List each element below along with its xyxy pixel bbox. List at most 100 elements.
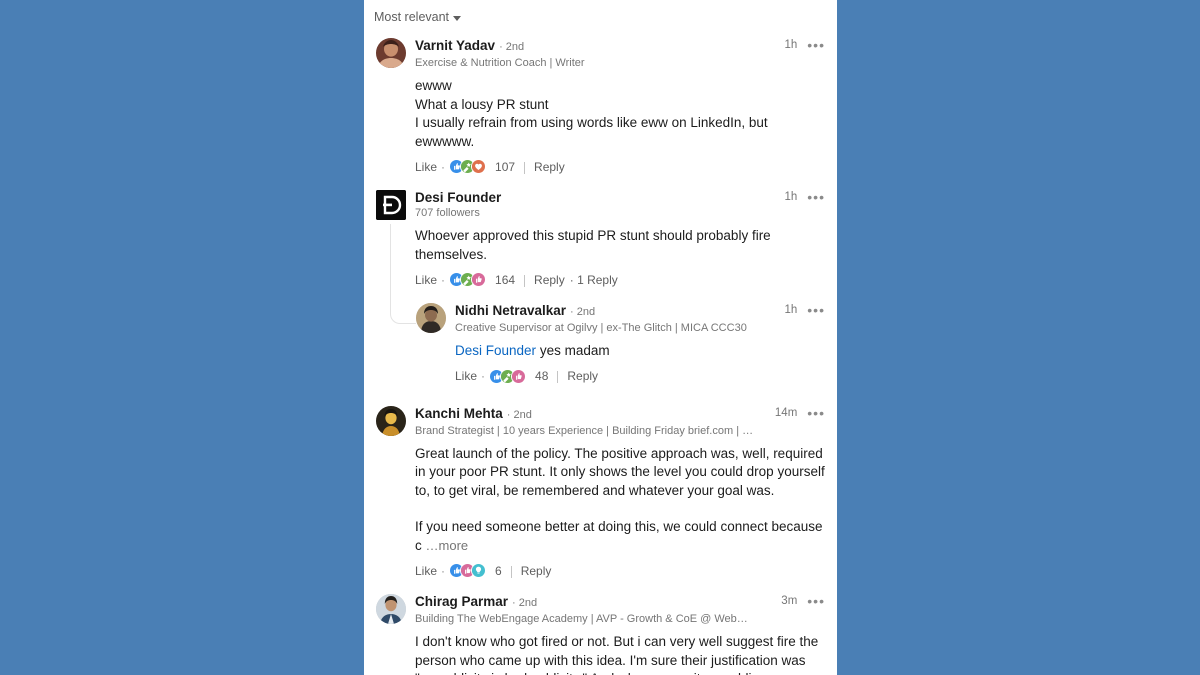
comment-line: If you need someone better at doing this… (415, 519, 823, 553)
reply-button[interactable]: Reply (567, 369, 598, 383)
paragraph-break (415, 500, 825, 518)
author-name-line: Nidhi Netravalkar · 2nd (455, 303, 825, 320)
comment-meta: 3m ••• (781, 594, 825, 608)
connection-degree: · 2nd (570, 306, 596, 318)
like-button[interactable]: Like (415, 564, 437, 578)
reaction-count[interactable]: 164 (495, 273, 515, 287)
connection-degree: · 2nd (512, 597, 538, 609)
avatar[interactable] (376, 38, 406, 68)
avatar[interactable] (376, 594, 406, 624)
action-divider (510, 565, 512, 578)
insightful-reaction-icon (471, 563, 487, 578)
comment-options-icon[interactable]: ••• (807, 303, 825, 317)
author-headline: Exercise & Nutrition Coach | Writer (415, 57, 585, 69)
comment-text: Whoever approved this stupid PR stunt sh… (415, 227, 825, 264)
comment-meta: 14m ••• (774, 406, 825, 420)
comment-text: I don't know who got fired or not. But i… (415, 633, 825, 675)
comment-header: Nidhi Netravalkar · 2nd Creative Superviso… (416, 303, 825, 335)
author-block: Chirag Parmar · 2nd Building The WebEngage… (415, 594, 825, 626)
reply-button[interactable]: Reply (534, 160, 565, 174)
reaction-icons[interactable] (449, 272, 487, 287)
author-name-line: Varnit Yadav · 2nd (415, 38, 825, 55)
see-more-link[interactable]: …more (426, 538, 469, 553)
author-block: Desi Founder 707 followers (415, 190, 825, 220)
like-button[interactable]: Like (415, 160, 437, 174)
author-headline: Creative Supervisor at Ogilvy | ex-The G… (455, 322, 747, 334)
like-button[interactable]: Like (415, 273, 437, 287)
action-divider (524, 274, 526, 287)
author-block: Kanchi Mehta · 2nd Brand Strategist | 10 y… (415, 406, 825, 438)
comment-header: Chirag Parmar · 2nd Building The WebEngage… (376, 594, 825, 626)
author-headline: Building The WebEngage Academy | AVP - G… (415, 613, 755, 625)
comment-actions: Like · 164 Reply · 1 Reply (415, 272, 825, 289)
author-name[interactable]: Desi Founder (415, 190, 501, 205)
comment-actions: Like · 107 Reply (415, 159, 825, 176)
comment-spacer (376, 176, 825, 184)
author-name[interactable]: Varnit Yadav (415, 38, 495, 53)
comment-spacer (376, 289, 825, 297)
separator-dot: · (441, 563, 446, 578)
connection-degree: · 2nd (506, 408, 532, 421)
action-divider (557, 371, 559, 383)
comment-options-icon[interactable]: ••• (807, 38, 825, 52)
author-block: Nidhi Netravalkar · 2nd Creative Superviso… (455, 303, 825, 335)
comment-varnit-yadav: Varnit Yadav · 2nd Exercise & Nutrition Co… (364, 32, 837, 184)
author-headline: 707 followers (415, 207, 480, 219)
comments-panel: Most relevant Varnit Yadav · 2nd Exercise … (364, 0, 837, 675)
comment-text: Desi Founder yes madam (455, 342, 825, 361)
author-headline: Brand Strategist | 10 years Experience |… (415, 424, 755, 437)
author-name[interactable]: Kanchi Mehta (415, 406, 503, 421)
sort-bar: Most relevant (364, 0, 837, 32)
author-name-line: Desi Founder (415, 190, 825, 205)
comment-line: ewww (415, 78, 452, 93)
reaction-count[interactable]: 48 (535, 369, 548, 383)
author-name[interactable]: Nidhi Netravalkar (455, 303, 566, 318)
connection-degree: · 2nd (499, 41, 525, 53)
timestamp: 14m (774, 406, 798, 419)
sort-dropdown-label: Most relevant (374, 10, 450, 24)
comment-meta: 1h ••• (784, 190, 825, 204)
comment-kanchi-mehta: Kanchi Mehta · 2nd Brand Strategist | 10 y… (364, 400, 837, 589)
comment-meta: 1h ••• (784, 38, 825, 52)
comment-options-icon[interactable]: ••• (807, 594, 825, 608)
comment-meta: 1h ••• (784, 303, 825, 317)
separator-dot: · (481, 369, 486, 383)
comment-line: Whoever approved this stupid PR stunt sh… (415, 228, 771, 262)
comment-nidhi-netravalkar: Nidhi Netravalkar · 2nd Creative Superviso… (364, 297, 837, 400)
timestamp: 1h (784, 191, 798, 203)
reply-button[interactable]: Reply (521, 564, 552, 578)
avatar[interactable] (416, 303, 446, 333)
love-reaction-icon (471, 159, 487, 174)
avatar[interactable] (376, 190, 406, 220)
author-block: Varnit Yadav · 2nd Exercise & Nutrition Co… (415, 38, 825, 70)
comment-actions: Like · 48 Reply (455, 368, 825, 386)
reply-count-link[interactable]: · 1 Reply (570, 273, 618, 287)
reaction-icons[interactable] (489, 368, 527, 384)
avatar[interactable] (376, 405, 406, 436)
comment-line: I don't know who got fired or not. But i… (415, 634, 819, 675)
mention-link[interactable]: Desi Founder (455, 343, 536, 358)
comment-line: yes madam (539, 343, 610, 358)
comment-text: ewww What a lousy PR stunt I usually refra… (415, 77, 825, 151)
reaction-count[interactable]: 107 (495, 160, 515, 174)
chevron-down-icon (453, 15, 462, 21)
reaction-icons[interactable] (449, 159, 487, 174)
like-button[interactable]: Like (455, 369, 477, 383)
comment-options-icon[interactable]: ••• (807, 190, 825, 204)
author-name[interactable]: Chirag Parmar (415, 594, 508, 609)
reaction-count[interactable]: 6 (495, 564, 502, 578)
reply-button[interactable]: Reply (534, 273, 565, 287)
comment-chirag-parmar: Chirag Parmar · 2nd Building The WebEngage… (364, 588, 837, 675)
screenshot-root: Most relevant Varnit Yadav · 2nd Exercise … (0, 0, 1200, 675)
comment-line: I usually refrain from using words like … (415, 115, 768, 149)
comment-header: Kanchi Mehta · 2nd Brand Strategist | 10 y… (376, 405, 825, 438)
comment-options-icon[interactable]: ••• (807, 406, 825, 420)
comment-line: What a lousy PR stunt (415, 96, 549, 112)
separator-dot: · (441, 159, 446, 174)
reaction-icons[interactable] (449, 563, 487, 578)
action-divider (524, 161, 526, 174)
sort-dropdown-button[interactable]: Most relevant (374, 10, 462, 24)
author-name-line: Chirag Parmar · 2nd (415, 594, 825, 611)
support-reaction-icon (471, 272, 487, 287)
author-name-line: Kanchi Mehta · 2nd (415, 406, 825, 423)
